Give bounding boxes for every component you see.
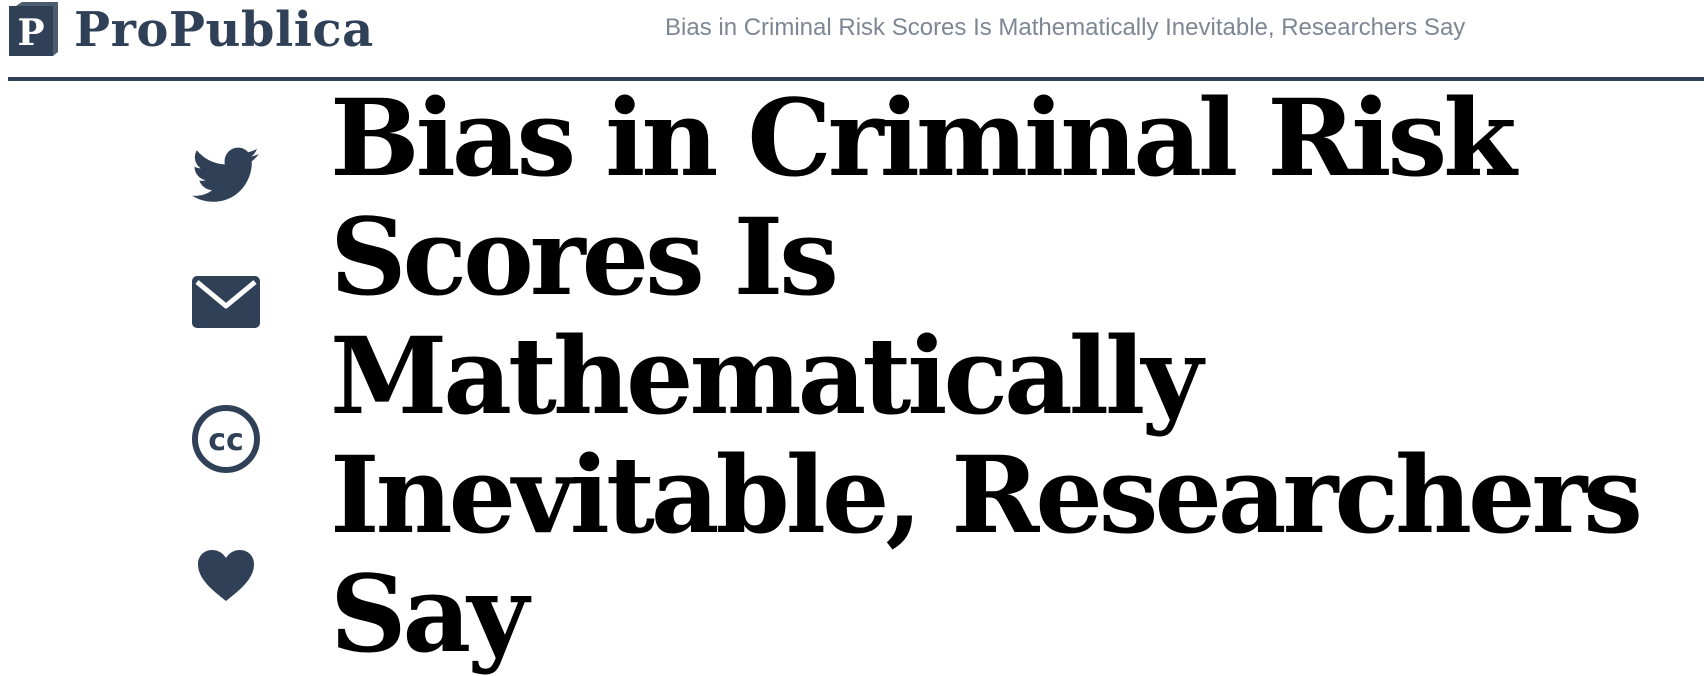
logo-mark-letter: P xyxy=(17,12,44,54)
propublica-logo[interactable]: P ProPublica xyxy=(8,2,374,58)
share-email-button[interactable] xyxy=(186,262,266,342)
share-like-button[interactable] xyxy=(186,536,266,616)
heart-icon xyxy=(198,550,254,601)
propublica-logo-icon: P xyxy=(9,2,58,56)
cc-text: cc xyxy=(208,423,244,458)
creative-commons-button[interactable]: cc xyxy=(186,399,266,479)
site-header: P ProPublica Bias in Criminal Risk Score… xyxy=(0,0,1704,78)
creative-commons-icon: cc xyxy=(192,405,260,473)
twitter-icon xyxy=(192,147,259,202)
envelope-icon xyxy=(192,276,260,328)
header-story-title: Bias in Criminal Risk Scores Is Mathemat… xyxy=(665,14,1466,41)
share-toolbar: cc xyxy=(186,136,266,601)
logo-wordmark: ProPublica xyxy=(74,2,374,58)
article-headline: Bias in Criminal Risk Scores Is Mathemat… xyxy=(330,75,1643,676)
share-twitter-button[interactable] xyxy=(186,136,266,216)
